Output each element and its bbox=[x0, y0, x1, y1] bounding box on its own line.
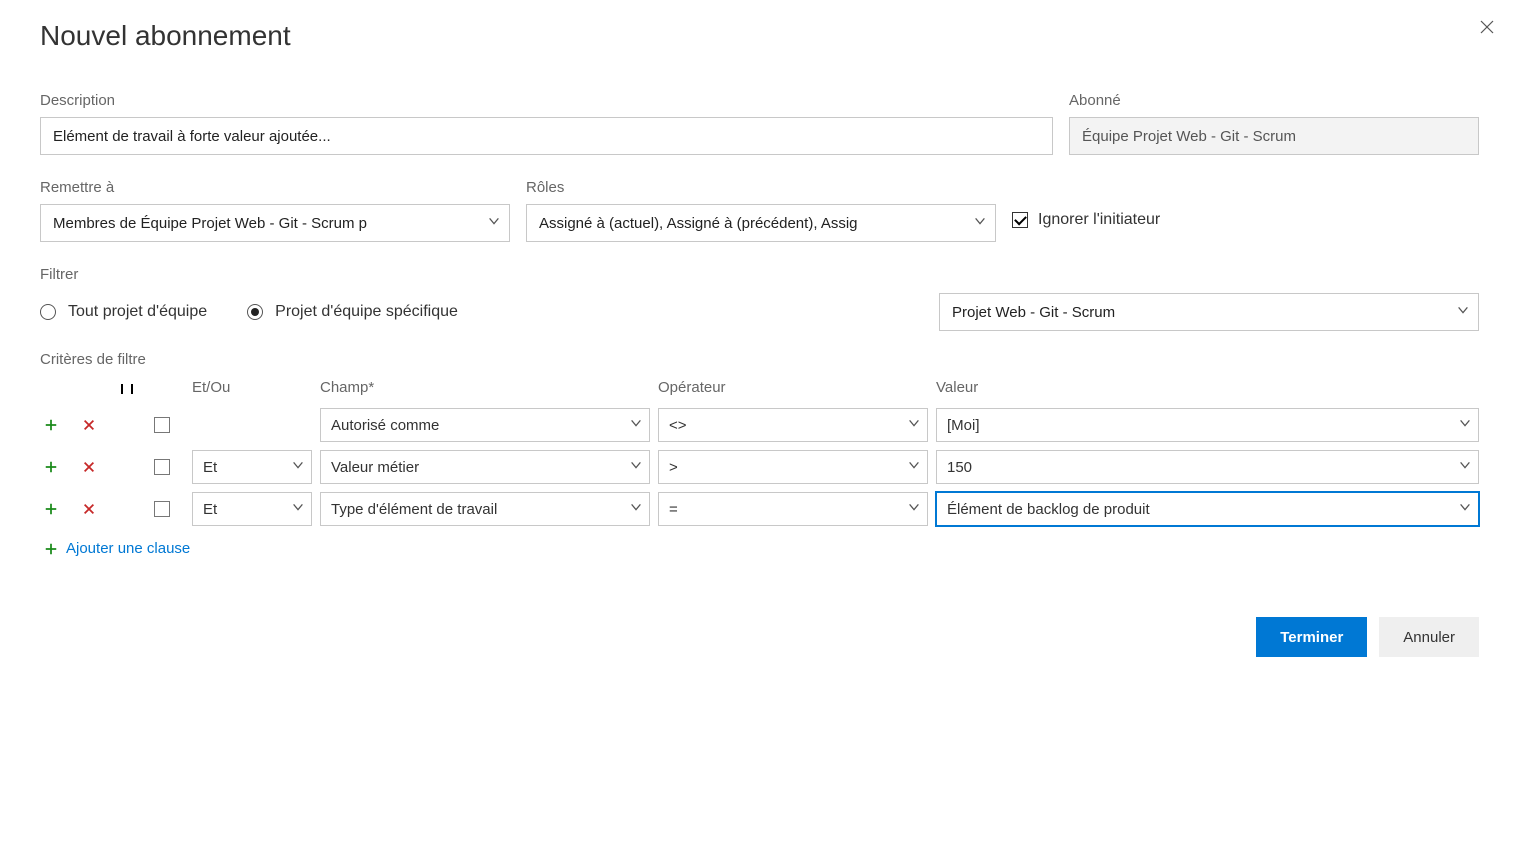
field-select[interactable]: Valeur métier bbox=[320, 450, 650, 484]
operator-header: Opérateur bbox=[658, 379, 928, 400]
finish-button[interactable]: Terminer bbox=[1256, 617, 1367, 657]
row-checkbox[interactable] bbox=[154, 501, 170, 517]
filter-criteria-label: Critères de filtre bbox=[40, 351, 1479, 368]
operator-select[interactable]: = bbox=[658, 492, 928, 526]
chevron-down-icon bbox=[973, 214, 987, 232]
group-clauses-icon bbox=[116, 378, 138, 400]
radio-icon bbox=[40, 304, 56, 320]
ignore-initiator-label: Ignorer l'initiateur bbox=[1038, 211, 1160, 229]
chevron-down-icon bbox=[1458, 416, 1472, 434]
value-select[interactable]: [Moi] bbox=[936, 408, 1479, 442]
dialog-title: Nouvel abonnement bbox=[40, 20, 1479, 52]
andor-header: Et/Ou bbox=[192, 379, 312, 400]
add-row-button[interactable] bbox=[40, 456, 62, 478]
operator-select[interactable]: > bbox=[658, 450, 928, 484]
cancel-button[interactable]: Annuler bbox=[1379, 617, 1479, 657]
deliver-to-label: Remettre à bbox=[40, 179, 510, 196]
field-select[interactable]: Type d'élément de travail bbox=[320, 492, 650, 526]
filter-criteria-grid: Et/Ou Champ* Opérateur Valeur Autorisé c… bbox=[40, 378, 1479, 526]
deliver-to-select[interactable]: Membres de Équipe Projet Web - Git - Scr… bbox=[40, 204, 510, 242]
chevron-down-icon bbox=[1458, 458, 1472, 476]
filter-label: Filtrer bbox=[40, 266, 1479, 283]
chevron-down-icon bbox=[1458, 500, 1472, 518]
filter-all-radio[interactable]: Tout projet d'équipe bbox=[40, 303, 207, 321]
chevron-down-icon bbox=[1456, 303, 1470, 321]
chevron-down-icon bbox=[291, 500, 305, 518]
roles-select[interactable]: Assigné à (actuel), Assigné à (précédent… bbox=[526, 204, 996, 242]
field-header: Champ* bbox=[320, 379, 650, 400]
chevron-down-icon bbox=[487, 214, 501, 232]
value-header: Valeur bbox=[936, 379, 1479, 400]
dialog-buttons: Terminer Annuler bbox=[40, 617, 1479, 657]
value-select[interactable]: 150 bbox=[936, 450, 1479, 484]
ignore-initiator-checkbox[interactable] bbox=[1012, 212, 1028, 228]
value-select[interactable]: Élément de backlog de produit bbox=[936, 492, 1479, 526]
new-subscription-dialog: Nouvel abonnement Description Elément de… bbox=[40, 20, 1479, 657]
row-checkbox[interactable] bbox=[154, 459, 170, 475]
description-label: Description bbox=[40, 92, 1053, 109]
add-row-button[interactable] bbox=[40, 498, 62, 520]
row-checkbox[interactable] bbox=[154, 417, 170, 433]
add-clause-button[interactable]: Ajouter une clause bbox=[44, 540, 1479, 557]
remove-row-button[interactable] bbox=[78, 414, 100, 436]
andor-select[interactable]: Et bbox=[192, 492, 312, 526]
chevron-down-icon bbox=[629, 500, 643, 518]
filter-specific-radio[interactable]: Projet d'équipe spécifique bbox=[247, 303, 458, 321]
chevron-down-icon bbox=[629, 458, 643, 476]
subscriber-label: Abonné bbox=[1069, 92, 1479, 109]
add-row-button[interactable] bbox=[40, 414, 62, 436]
operator-select[interactable]: <> bbox=[658, 408, 928, 442]
remove-row-button[interactable] bbox=[78, 456, 100, 478]
andor-select[interactable]: Et bbox=[192, 450, 312, 484]
subscriber-input: Équipe Projet Web - Git - Scrum bbox=[1069, 117, 1479, 155]
chevron-down-icon bbox=[907, 500, 921, 518]
chevron-down-icon bbox=[629, 416, 643, 434]
chevron-down-icon bbox=[907, 458, 921, 476]
roles-label: Rôles bbox=[526, 179, 996, 196]
remove-row-button[interactable] bbox=[78, 498, 100, 520]
project-select[interactable]: Projet Web - Git - Scrum bbox=[939, 293, 1479, 331]
chevron-down-icon bbox=[291, 458, 305, 476]
description-input[interactable]: Elément de travail à forte valeur ajouté… bbox=[40, 117, 1053, 155]
radio-icon bbox=[247, 304, 263, 320]
field-select[interactable]: Autorisé comme bbox=[320, 408, 650, 442]
chevron-down-icon bbox=[907, 416, 921, 434]
close-button[interactable] bbox=[1475, 15, 1499, 39]
